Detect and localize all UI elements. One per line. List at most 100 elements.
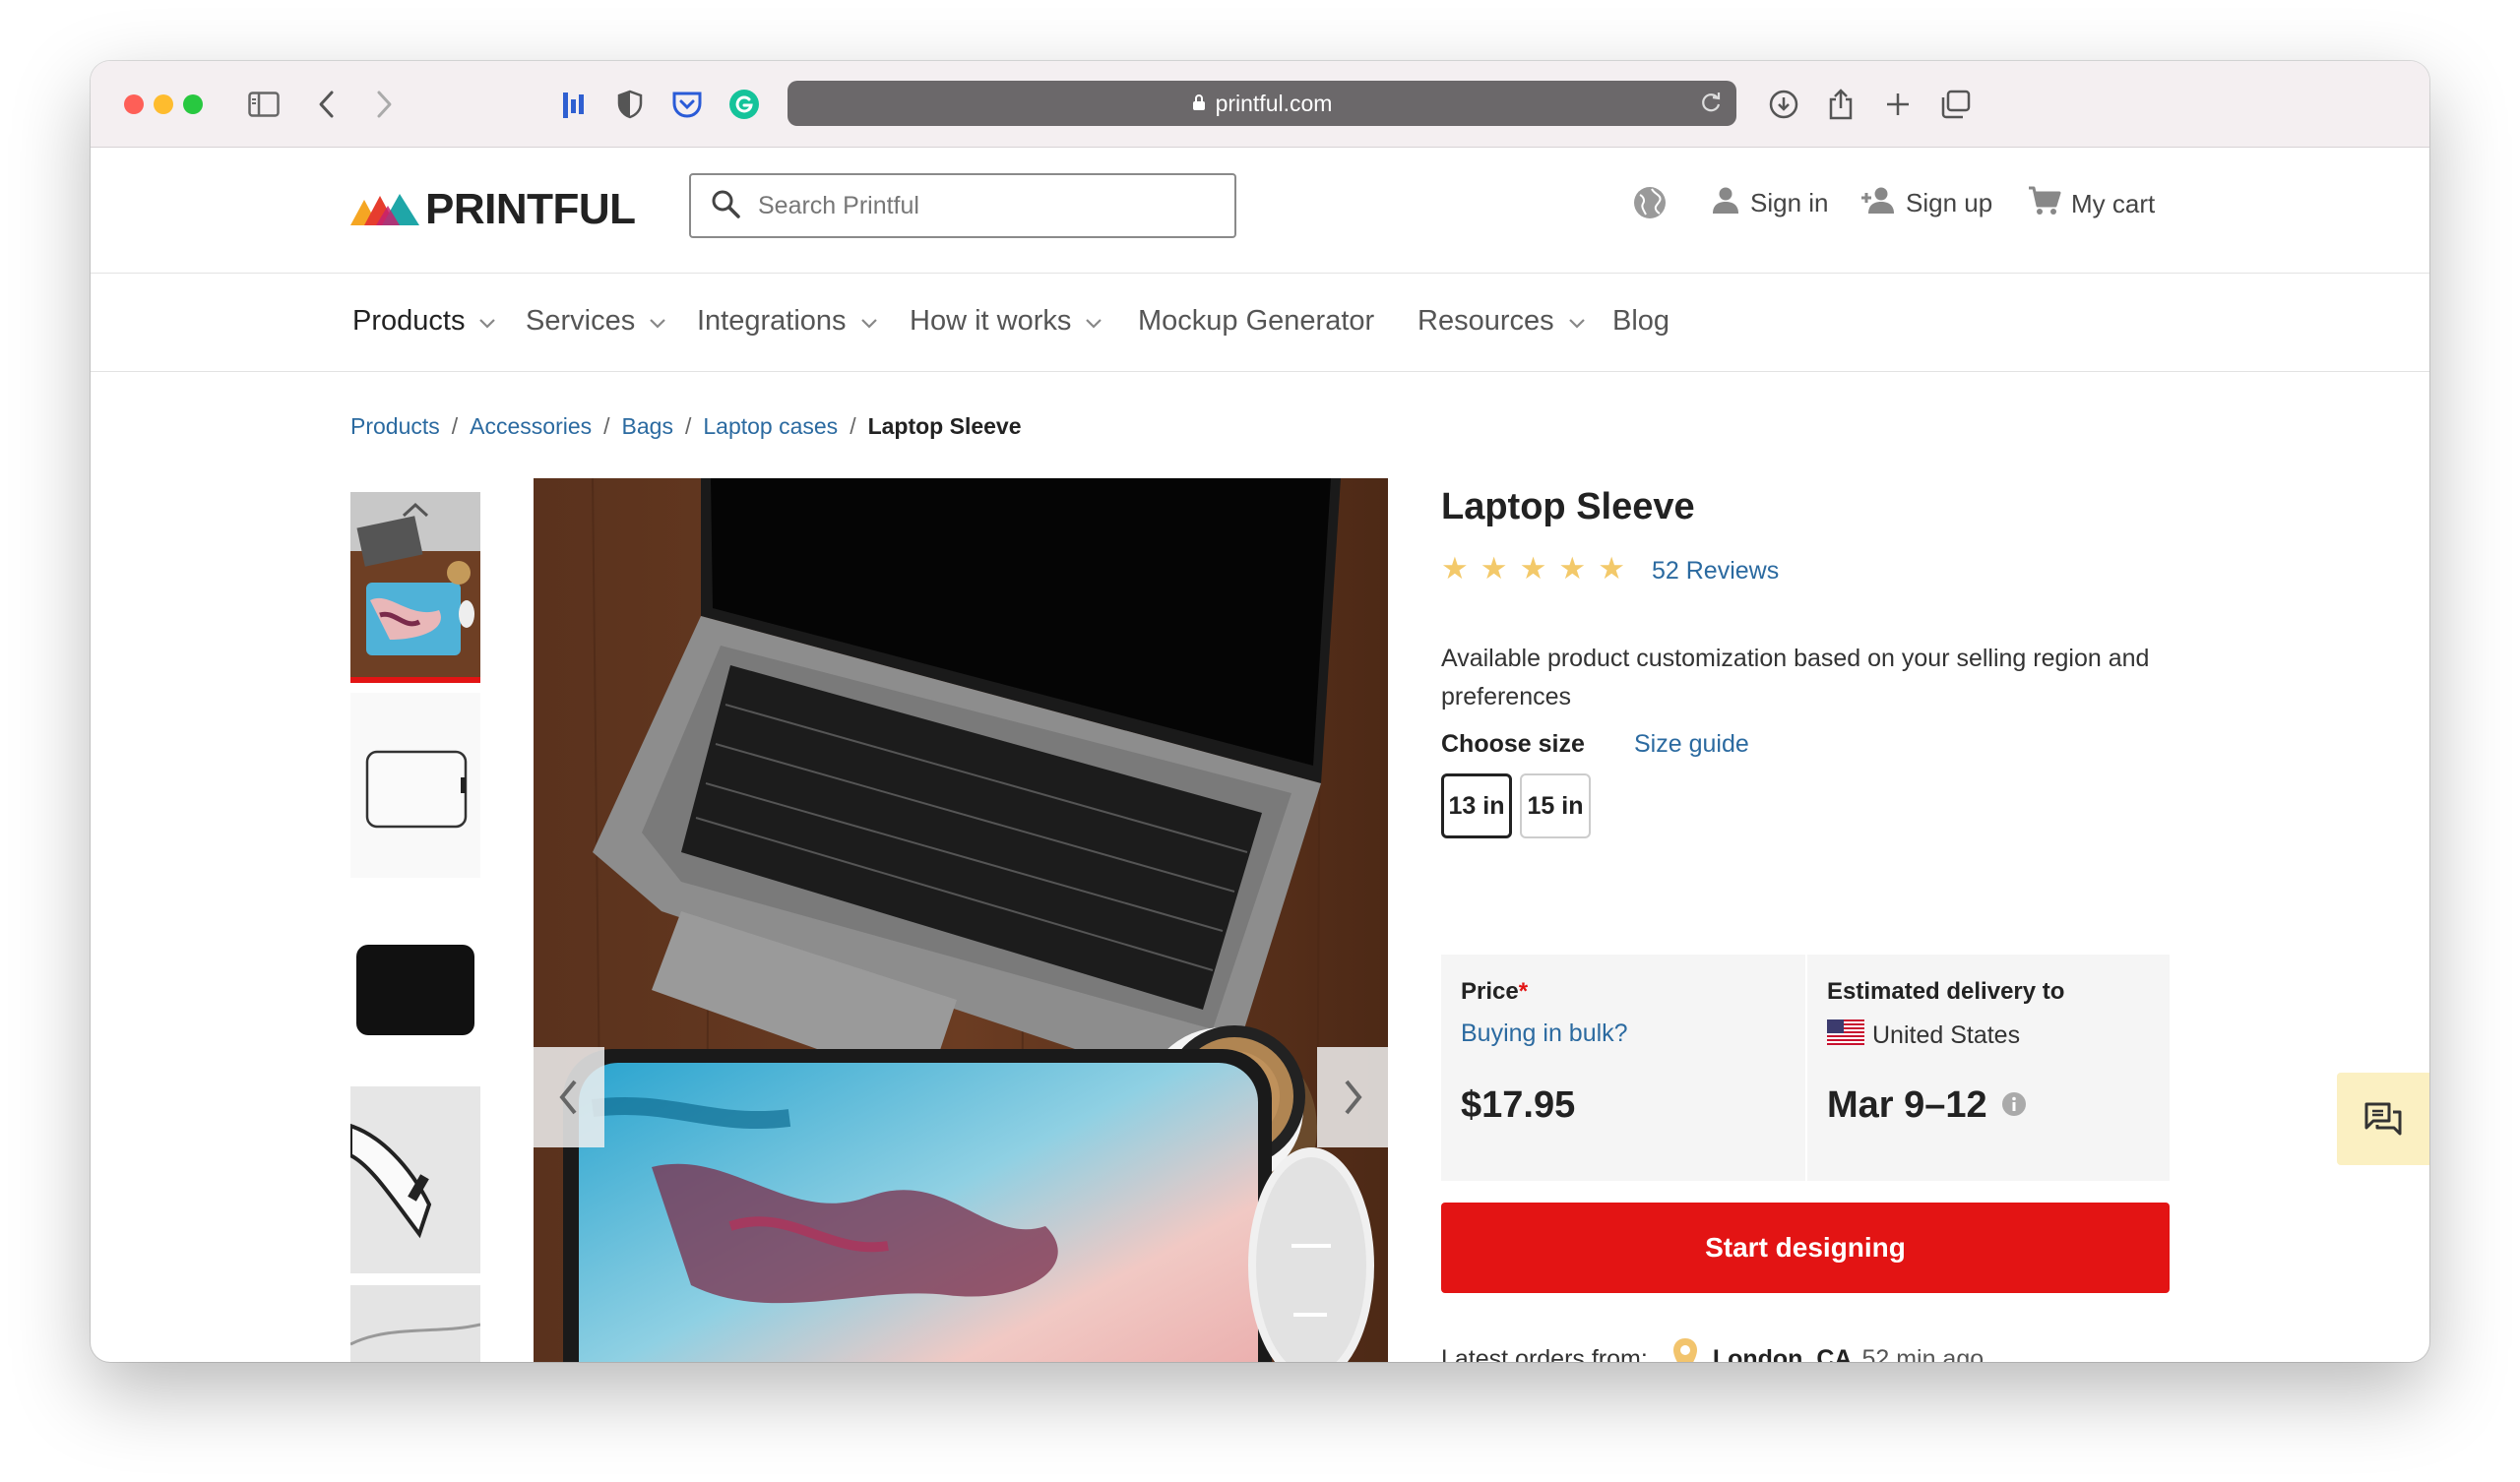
nav-mockup-generator-label: Mockup Generator <box>1138 305 1375 337</box>
star-icon: ★ <box>1598 551 1625 586</box>
nav-blog[interactable]: Blog <box>1612 305 1670 338</box>
chat-button[interactable] <box>2337 1073 2429 1165</box>
thumbnail-3[interactable] <box>350 890 480 1075</box>
breadcrumb-separator: / <box>850 413 856 439</box>
breadcrumb-current: Laptop Sleeve <box>867 413 1022 439</box>
latest-orders-city: London, CA <box>1712 1345 1853 1362</box>
chevron-down-icon <box>1085 305 1102 338</box>
search-input[interactable] <box>758 191 1191 220</box>
thumbnail-5[interactable] <box>350 1285 480 1362</box>
minimize-window-button[interactable] <box>154 94 173 114</box>
delivery-column: Estimated delivery to United States Mar … <box>1805 955 2170 1181</box>
pocket-icon[interactable] <box>669 87 705 122</box>
downloads-icon[interactable] <box>1766 87 1801 122</box>
logo-mountains-icon <box>350 194 419 225</box>
main-product-image[interactable] <box>534 478 1388 1362</box>
chat-icon <box>2364 1102 2402 1136</box>
search-box[interactable] <box>689 173 1236 238</box>
star-icon: ★ <box>1441 551 1469 586</box>
reload-icon[interactable] <box>1699 90 1723 121</box>
sign-up-label: Sign up <box>1906 188 1993 217</box>
zoom-window-button[interactable] <box>183 94 203 114</box>
nav-resources[interactable]: Resources <box>1418 305 1586 338</box>
share-icon[interactable] <box>1823 87 1858 122</box>
sign-up-link[interactable]: Sign up <box>1860 185 1992 221</box>
delivery-label: Estimated delivery to <box>1827 978 2065 1005</box>
thumbnail-1[interactable] <box>350 492 480 683</box>
product-description: Available product customization based on… <box>1441 645 2150 710</box>
thumbnail-4[interactable] <box>350 1086 480 1273</box>
lock-icon <box>1192 91 1206 117</box>
language-globe-icon[interactable] <box>1632 185 1668 220</box>
chevron-down-icon <box>478 305 496 338</box>
breadcrumb-accessories[interactable]: Accessories <box>470 413 592 440</box>
logo-text: PRINTFUL <box>425 185 636 233</box>
nav-services[interactable]: Services <box>526 305 666 338</box>
latest-orders-label: Latest orders from: <box>1441 1345 1648 1362</box>
nav-mockup-generator[interactable]: Mockup Generator <box>1138 305 1374 338</box>
price-label-text: Price <box>1461 978 1519 1005</box>
star-icon: ★ <box>1519 551 1547 586</box>
next-image-button[interactable] <box>1317 1047 1388 1147</box>
thumbnail-scroll-up-icon[interactable] <box>396 498 435 526</box>
tab-overview-icon[interactable] <box>1937 87 1973 122</box>
breadcrumb-bags[interactable]: Bags <box>622 413 673 440</box>
delivery-country[interactable]: United States <box>1827 1019 2020 1052</box>
browser-window: printful.com PRINTFUL Search Printful Si… <box>91 61 2429 1362</box>
nav-products[interactable]: Products <box>352 305 496 338</box>
breadcrumb-products[interactable]: Products <box>350 413 440 440</box>
grammarly-icon[interactable] <box>726 87 762 122</box>
location-pin-icon <box>1671 1336 1699 1362</box>
cart-label: My cart <box>2071 189 2156 218</box>
prev-image-button[interactable] <box>534 1047 604 1147</box>
breadcrumb-separator: / <box>684 413 692 439</box>
nav-how-it-works-label: How it works <box>910 305 1072 337</box>
cart-link[interactable]: My cart <box>2028 185 2155 223</box>
nav-integrations-label: Integrations <box>697 305 847 337</box>
url-text: printful.com <box>1215 90 1333 116</box>
printful-logo[interactable]: PRINTFUL <box>350 185 636 234</box>
nav-resources-label: Resources <box>1418 305 1554 337</box>
chevron-left-icon <box>559 1080 577 1115</box>
nav-integrations[interactable]: Integrations <box>697 305 878 338</box>
delivery-country-text: United States <box>1872 1021 2021 1049</box>
info-icon[interactable] <box>2001 1084 2027 1127</box>
forward-icon[interactable] <box>366 87 402 122</box>
star-icon: ★ <box>1480 551 1508 586</box>
star-icon: ★ <box>1558 551 1587 586</box>
breadcrumb-laptop-cases[interactable]: Laptop cases <box>703 413 838 440</box>
sign-in-label: Sign in <box>1750 188 1829 217</box>
star-rating: ★ ★ ★ ★ ★ <box>1441 551 1637 587</box>
breadcrumb: Products / Accessories / Bags / Laptop c… <box>350 413 1022 440</box>
chevron-down-icon <box>860 305 878 338</box>
reviews-link[interactable]: 52 Reviews <box>1652 557 1779 586</box>
us-flag-icon <box>1827 1019 1864 1052</box>
sidebar-toggle-icon[interactable] <box>246 87 282 122</box>
size-guide-link[interactable]: Size guide <box>1634 730 1749 759</box>
back-icon[interactable] <box>309 87 345 122</box>
address-bar[interactable]: printful.com <box>788 81 1736 126</box>
delivery-dates-text: Mar 9–12 <box>1827 1084 1987 1126</box>
new-tab-icon[interactable] <box>1880 87 1916 122</box>
close-window-button[interactable] <box>124 94 144 114</box>
size-option-13[interactable]: 13 in <box>1441 773 1512 838</box>
cart-icon <box>2028 185 2061 223</box>
start-designing-button[interactable]: Start designing <box>1441 1203 2170 1293</box>
price-delivery-box: Price* Buying in bulk? $17.95 Estimated … <box>1441 955 2170 1181</box>
privacy-shield-icon[interactable] <box>612 87 648 122</box>
add-user-icon <box>1860 185 1896 221</box>
breadcrumb-separator: / <box>451 413 459 439</box>
chevron-right-icon <box>1345 1080 1362 1115</box>
sign-in-link[interactable]: Sign in <box>1711 185 1829 221</box>
latest-orders-time: 52 min ago <box>1861 1345 1984 1362</box>
price-column: Price* Buying in bulk? $17.95 <box>1441 955 1805 1181</box>
latest-orders: Latest orders from: London, CA 52 min ag… <box>1441 1336 1984 1362</box>
extension-bars-icon[interactable] <box>555 87 591 122</box>
size-option-15[interactable]: 15 in <box>1520 773 1591 838</box>
nav-services-label: Services <box>526 305 636 337</box>
bulk-link[interactable]: Buying in bulk? <box>1461 1019 1628 1048</box>
thumbnail-2[interactable] <box>350 693 480 878</box>
nav-how-it-works[interactable]: How it works <box>910 305 1102 338</box>
price-label: Price* <box>1461 978 1528 1006</box>
choose-size-label: Choose size <box>1441 730 1585 758</box>
